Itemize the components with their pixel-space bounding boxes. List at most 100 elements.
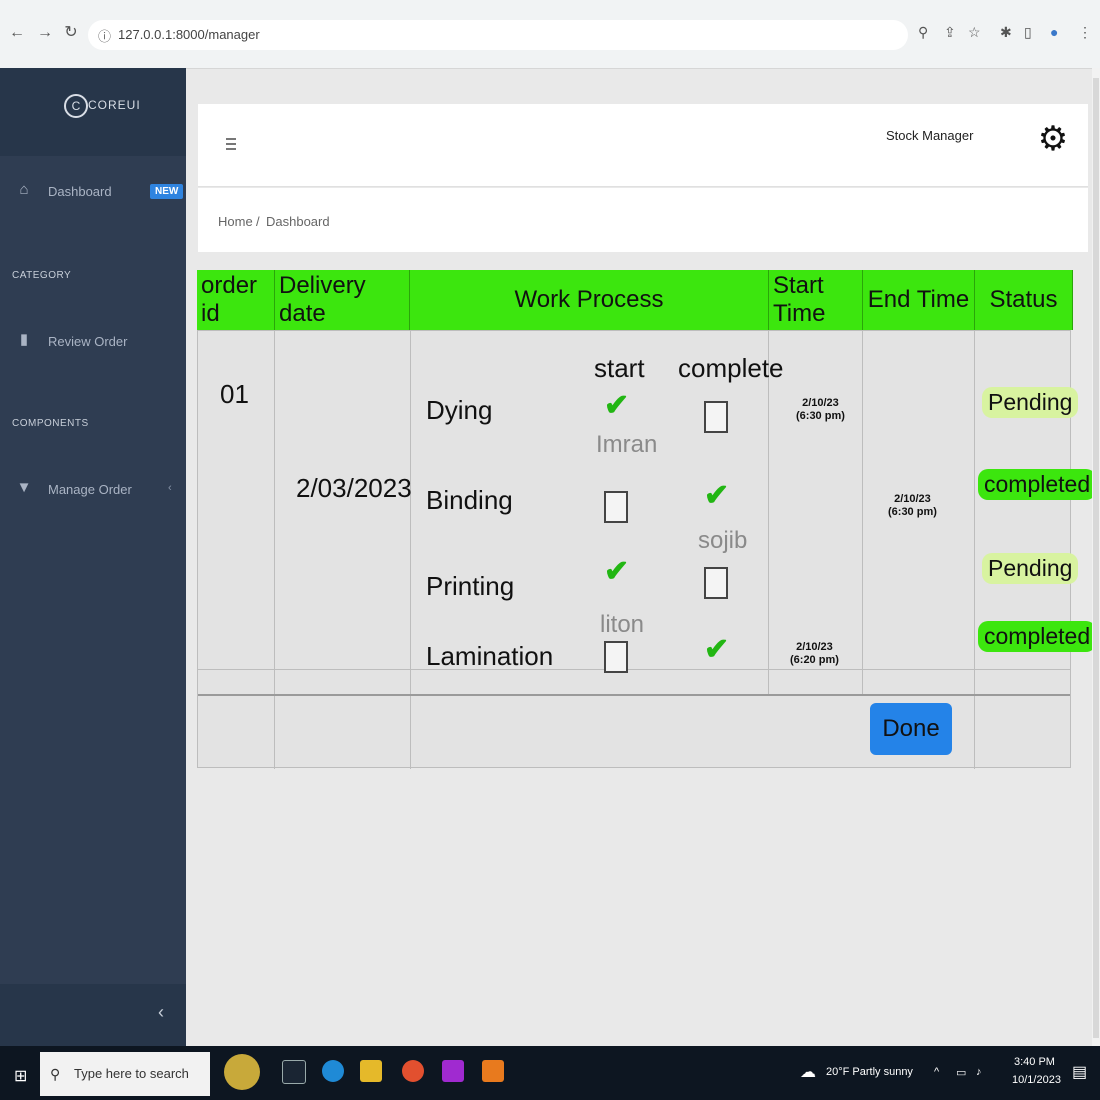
clock-time[interactable]: 3:40 PM	[1014, 1056, 1055, 1068]
end-time-clock: (6:30 pm)	[888, 506, 937, 518]
site-info-icon[interactable]: ⓘ	[98, 26, 111, 45]
star-icon[interactable]: ☆	[968, 24, 981, 41]
column-header-status: Status	[974, 270, 1073, 330]
clock-date[interactable]: 10/1/2023	[1012, 1074, 1061, 1086]
start-time-lamination: 2/10/23 (6:20 pm)	[790, 641, 839, 667]
profile-icon[interactable]: ●	[1050, 24, 1058, 40]
sidebar-item-label: Manage Order	[48, 482, 132, 497]
sidebar-item-label: Review Order	[48, 334, 128, 349]
new-badge: NEW	[150, 184, 184, 199]
start-time-date: 2/10/23	[796, 641, 833, 653]
address-bar[interactable]: ⓘ 127.0.0.1:8000/manager	[88, 20, 908, 50]
step-name-binding: Binding	[426, 485, 513, 515]
checkbox-lamination-start[interactable]	[604, 641, 628, 673]
chrome-icon[interactable]	[402, 1060, 424, 1082]
menu-icon[interactable]: ⋮	[1078, 24, 1092, 41]
file-explorer-icon[interactable]	[360, 1060, 382, 1082]
section-title-components: COMPONENTS	[12, 418, 89, 429]
worker-binding: sojib	[698, 527, 748, 554]
filter-icon: ▼	[16, 479, 32, 496]
start-time-dying: 2/10/23 (6:30 pm)	[796, 397, 845, 423]
sidebar: C COREUI ⌂ Dashboard NEW CATEGORY ▮ Revi…	[0, 68, 186, 1046]
chevron-left-icon: ‹	[168, 482, 172, 494]
start-time-date: 2/10/23	[802, 397, 839, 409]
done-button[interactable]: Done	[870, 703, 952, 755]
zoom-icon[interactable]: ⚲	[918, 24, 928, 41]
status-badge-lamination: completed	[978, 621, 1097, 652]
sidebar-item-manage-order[interactable]: ▼ Manage Order ‹	[0, 472, 186, 506]
cortana-icon[interactable]	[224, 1054, 260, 1090]
sidebar-collapse-button[interactable]: ‹	[0, 984, 186, 1046]
status-badge-binding: completed	[978, 469, 1097, 500]
step-name-printing: Printing	[426, 571, 515, 601]
address-url[interactable]: 127.0.0.1:8000/manager	[118, 27, 260, 42]
checkbox-lamination-complete[interactable]: ✔	[704, 635, 729, 665]
column-header-order-id: order id	[197, 270, 275, 330]
volume-icon[interactable]: ♪	[976, 1066, 982, 1078]
share-icon[interactable]: ⇪	[944, 24, 956, 41]
start-column-label: start	[594, 353, 645, 383]
pycharm-icon[interactable]	[442, 1060, 464, 1082]
home-icon: ⌂	[19, 181, 29, 198]
step-name-lamination: Lamination	[426, 641, 554, 671]
checkbox-dying-start[interactable]: ✔	[604, 391, 629, 421]
order-id: 01	[220, 379, 249, 409]
windows-start-icon[interactable]: ⊞	[14, 1066, 27, 1086]
delivery-date: 2/03/2023	[296, 473, 412, 503]
sidebar-item-label: Dashboard	[48, 184, 112, 199]
section-title-category: CATEGORY	[12, 270, 72, 281]
status-badge-printing: Pending	[982, 553, 1079, 584]
end-time: 2/10/23 (6:30 pm)	[888, 493, 937, 519]
checkbox-printing-complete[interactable]	[704, 567, 728, 599]
weather-icon[interactable]: ☁	[800, 1062, 816, 1082]
back-icon[interactable]: ←	[8, 24, 26, 42]
breadcrumb-separator: /	[256, 214, 260, 229]
weather-text[interactable]: 20°F Partly sunny	[826, 1066, 913, 1078]
page-header: Stock Manager ⚙	[198, 104, 1088, 187]
hamburger-menu-icon[interactable]	[226, 138, 236, 153]
column-header-end-time: End Time	[862, 270, 975, 330]
sidebar-item-dashboard[interactable]: ⌂ Dashboard NEW	[0, 174, 186, 208]
checkbox-printing-start[interactable]: ✔	[604, 557, 629, 587]
step-name-dying: Dying	[426, 395, 493, 425]
checkbox-binding-complete[interactable]: ✔	[704, 481, 729, 511]
worker-dying: Imran	[596, 431, 658, 458]
search-placeholder: Type here to search	[74, 1066, 189, 1081]
start-time-clock: (6:30 pm)	[796, 410, 845, 422]
notification-icon[interactable]: ▤	[1072, 1062, 1087, 1082]
complete-column-label: complete	[678, 353, 784, 383]
gear-icon[interactable]: ⚙	[1036, 122, 1070, 156]
extensions-icon[interactable]: ✱	[1000, 24, 1012, 41]
checkbox-binding-start[interactable]	[604, 491, 628, 523]
sidebar-item-review-order[interactable]: ▮ Review Order	[0, 324, 186, 358]
task-view-icon[interactable]	[282, 1060, 306, 1084]
column-header-start-time: Start Time	[768, 270, 863, 330]
order-table: order id Delivery date Work Process Star…	[197, 270, 1073, 330]
status-badge-dying: Pending	[982, 387, 1079, 418]
scrollbar[interactable]	[1092, 68, 1100, 1046]
taskbar: ⊞ ⚲ Type here to search ☁ 20°F Partly su…	[0, 1046, 1100, 1100]
sidebar-icon[interactable]: ▯	[1024, 24, 1032, 41]
column-header-delivery-date: Delivery date	[274, 270, 410, 330]
document-icon: ▮	[19, 331, 29, 348]
table-body: 01 2/03/2023 start complete Dying ✔ Imra…	[197, 330, 1097, 769]
forward-icon[interactable]: →	[36, 24, 54, 42]
end-time-date: 2/10/23	[894, 493, 931, 505]
taskbar-search[interactable]: ⚲ Type here to search	[40, 1052, 210, 1096]
table-header-row: order id Delivery date Work Process Star…	[197, 270, 1073, 330]
edge-icon[interactable]	[322, 1060, 344, 1082]
chevron-up-icon[interactable]: ^	[934, 1066, 939, 1078]
worker-printing: liton	[600, 611, 645, 638]
reload-icon[interactable]: ↻	[62, 24, 80, 42]
breadcrumb-home[interactable]: Home	[218, 214, 253, 229]
column-header-work-process: Work Process	[409, 270, 769, 330]
brand[interactable]: C COREUI	[0, 68, 186, 156]
chevron-left-icon: ‹	[158, 1002, 164, 1022]
network-icon[interactable]: ▭	[956, 1066, 966, 1079]
browser-toolbar: ← → ↻ ⓘ 127.0.0.1:8000/manager ⚲ ⇪ ☆ ✱ ▯…	[0, 0, 1100, 69]
xampp-icon[interactable]	[482, 1060, 504, 1082]
start-time-clock: (6:20 pm)	[790, 654, 839, 666]
checkbox-dying-complete[interactable]	[704, 401, 728, 433]
brand-logo-icon: C	[64, 94, 88, 118]
user-name[interactable]: Stock Manager	[886, 128, 973, 143]
